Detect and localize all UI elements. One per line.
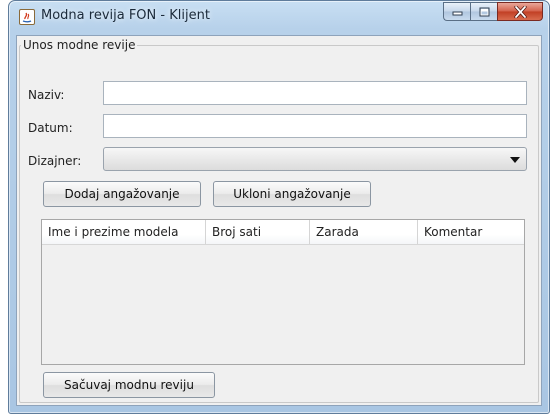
app-window: Modna revija FON - Klijent Unos modne re…	[8, 0, 550, 414]
dizajner-select[interactable]	[103, 147, 527, 171]
chevron-down-icon[interactable]	[510, 157, 520, 163]
column-header-hours[interactable]: Broj sati	[206, 220, 310, 244]
naziv-label: Naziv:	[28, 88, 65, 102]
table-header: Ime i prezime modela Broj sati Zarada Ko…	[42, 220, 524, 245]
column-header-comment[interactable]: Komentar	[418, 220, 524, 244]
maximize-icon	[479, 7, 489, 16]
datum-input[interactable]	[103, 114, 527, 138]
close-icon	[513, 5, 527, 18]
remove-engagement-button[interactable]: Ukloni angažovanje	[213, 181, 371, 207]
table-body[interactable]	[42, 245, 524, 364]
datum-label: Datum:	[28, 121, 73, 135]
save-fashion-show-button[interactable]: Sačuvaj modnu reviju	[43, 372, 215, 398]
dizajner-label: Dizajner:	[28, 154, 82, 168]
group-legend: Unos modne revije	[23, 38, 136, 52]
window-title: Modna revija FON - Klijent	[41, 8, 210, 23]
minimize-icon	[452, 11, 462, 16]
caption-buttons	[443, 2, 543, 22]
maximize-button[interactable]	[470, 2, 497, 21]
close-button[interactable]	[497, 2, 543, 21]
add-engagement-button[interactable]: Dodaj angažovanje	[43, 181, 201, 207]
minimize-button[interactable]	[443, 2, 470, 21]
naziv-input[interactable]	[103, 81, 527, 105]
column-header-model-name[interactable]: Ime i prezime modela	[42, 220, 206, 244]
java-app-icon[interactable]	[19, 9, 35, 25]
engagements-table[interactable]: Ime i prezime modela Broj sati Zarada Ko…	[41, 219, 525, 365]
title-bar[interactable]: Modna revija FON - Klijent	[9, 1, 549, 35]
column-header-earnings[interactable]: Zarada	[310, 220, 418, 244]
